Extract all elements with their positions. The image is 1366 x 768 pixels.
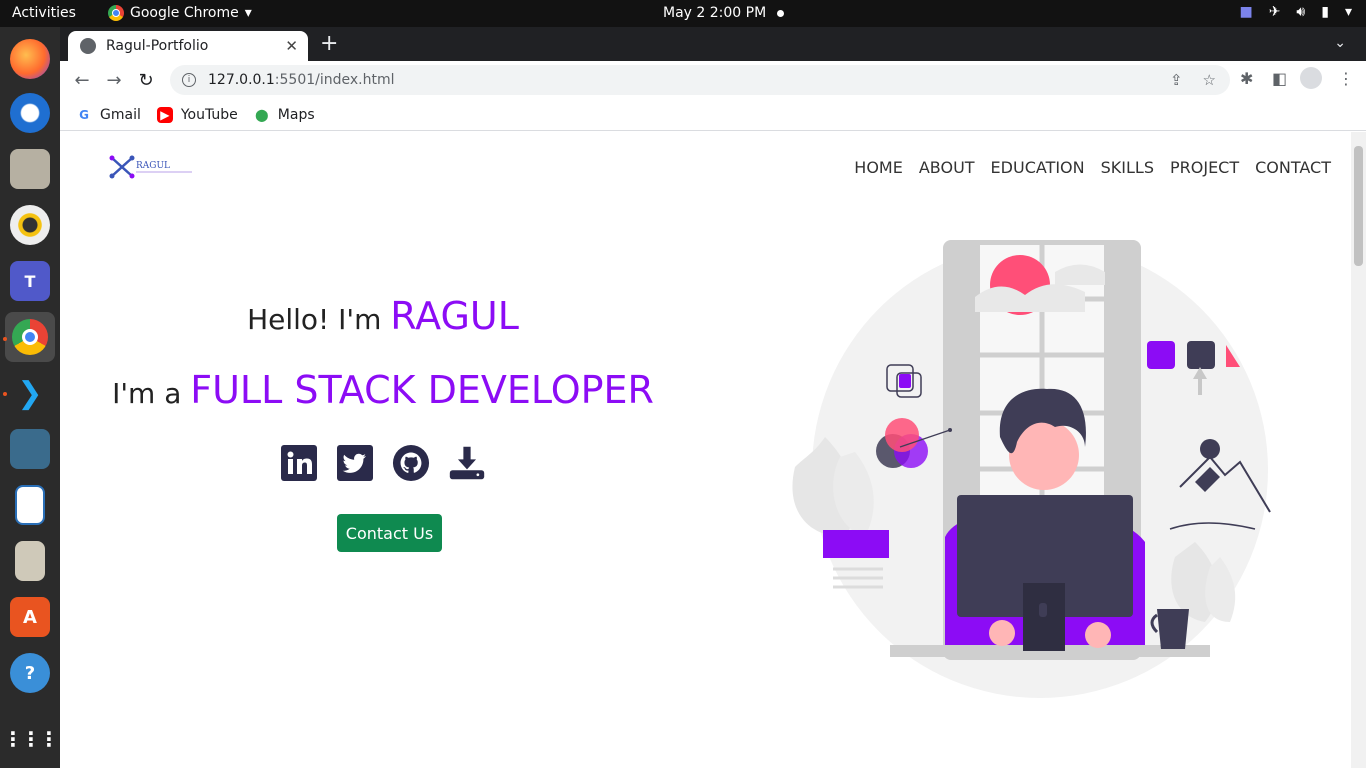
forward-icon[interactable]: → [102, 68, 126, 92]
dock: T ❯ A ? ⋮⋮⋮ [0, 27, 60, 768]
show-apps-icon[interactable]: ⋮⋮⋮ [3, 719, 59, 759]
app-menu-label: Google Chrome [130, 5, 239, 21]
power-menu-icon[interactable]: ▾ [1345, 4, 1352, 20]
close-icon[interactable]: ✕ [285, 37, 298, 55]
page-viewport: RAGUL HOME ABOUT EDUCATION SKILLS PROJEC… [60, 132, 1366, 768]
nav-contact[interactable]: CONTACT [1255, 158, 1331, 177]
nav-skills[interactable]: SKILLS [1101, 158, 1154, 177]
help-icon[interactable]: ? [10, 653, 50, 693]
tab-title: Ragul-Portfolio [106, 38, 209, 54]
thunderbird-icon[interactable] [10, 93, 50, 133]
files-icon[interactable] [10, 149, 50, 189]
running-indicator [3, 337, 7, 341]
battery-icon: ▮ [1321, 4, 1329, 20]
github-icon[interactable] [392, 444, 430, 482]
profile-avatar[interactable] [1300, 67, 1322, 93]
contact-us-button[interactable]: Contact Us [337, 514, 442, 552]
hero-role-line: I'm a FULL STACK DEVELOPER [112, 368, 654, 412]
download-icon[interactable] [448, 444, 486, 482]
mysql-workbench-icon[interactable] [10, 429, 50, 469]
twitter-icon[interactable] [336, 444, 374, 482]
site-info-icon[interactable]: i [182, 73, 196, 87]
activities-button[interactable]: Activities [12, 5, 76, 21]
volume-icon: 🔊︎ [1296, 4, 1306, 20]
social-links [280, 444, 486, 482]
reload-icon[interactable]: ↻ [134, 68, 158, 92]
nav-home[interactable]: HOME [854, 158, 903, 177]
tab-active[interactable]: Ragul-Portfolio ✕ [68, 31, 308, 61]
hero-greeting: Hello! I'm RAGUL [247, 294, 519, 338]
youtube-icon: ▶ [156, 106, 173, 123]
chevron-down-icon: ▾ [244, 5, 252, 21]
vscode-icon[interactable]: ❯ [10, 373, 50, 413]
svg-text:RAGUL: RAGUL [136, 161, 170, 171]
running-indicator [3, 392, 7, 396]
chrome-icon [108, 5, 124, 21]
app-menu[interactable]: Google Chrome ▾ [108, 5, 252, 21]
software-center-icon[interactable]: A [10, 597, 50, 637]
developer-illustration [792, 240, 1271, 698]
hero-role: FULL STACK DEVELOPER [190, 368, 654, 412]
rhythmbox-icon[interactable] [10, 205, 50, 245]
teams-icon[interactable]: T [10, 261, 50, 301]
nav-project[interactable]: PROJECT [1170, 158, 1239, 177]
scrollbar-thumb[interactable] [1354, 146, 1363, 266]
nav-about[interactable]: ABOUT [919, 158, 975, 177]
system-top-bar: Activities Google Chrome ▾ May 2 2:00 PM… [0, 0, 1366, 27]
hero-name: RAGUL [390, 294, 519, 338]
google-icon: G [79, 107, 89, 122]
new-tab-button[interactable]: + [320, 33, 338, 55]
url-text[interactable]: 127.0.0.1:5501/index.html [208, 72, 395, 88]
globe-icon [80, 38, 96, 54]
chrome-dock-icon[interactable] [5, 312, 55, 362]
side-panel-icon[interactable]: ◧ [1272, 69, 1287, 88]
tab-strip: Ragul-Portfolio ✕ + ⌄ [60, 27, 1366, 61]
maps-pin-icon: ⬤ [255, 107, 269, 122]
page-scrollbar[interactable] [1351, 132, 1366, 768]
site-logo[interactable]: RAGUL [108, 152, 198, 182]
bookmarks-bar: G Gmail ▶ YouTube ⬤ Maps [60, 99, 1366, 131]
linkedin-icon[interactable] [280, 444, 318, 482]
tab-search-icon[interactable]: ⌄ [1334, 35, 1346, 51]
main-nav: HOME ABOUT EDUCATION SKILLS PROJECT CONT… [854, 158, 1331, 177]
teams-tray-icon[interactable]: ■ [1239, 4, 1252, 20]
share-icon[interactable]: ⇪ [1170, 71, 1183, 89]
libreoffice-writer-icon[interactable] [15, 485, 45, 525]
clock[interactable]: May 2 2:00 PM [663, 5, 766, 21]
nav-education[interactable]: EDUCATION [991, 158, 1085, 177]
firefox-icon[interactable] [10, 39, 50, 79]
bookmark-star-icon[interactable]: ☆ [1203, 71, 1216, 89]
bookmark-youtube[interactable]: ▶ YouTube [156, 106, 238, 123]
browser-window: Ragul-Portfolio ✕ + ⌄ ← → ↻ i 127.0.0.1:… [60, 27, 1366, 132]
back-icon[interactable]: ← [70, 68, 94, 92]
system-tray[interactable]: ■ ✈ 🔊︎ ▮ ▾ [1239, 4, 1352, 20]
browser-toolbar: ← → ↻ i 127.0.0.1:5501/index.html ⇪ ☆ ✱ … [60, 61, 1366, 99]
notification-dot-icon [777, 10, 784, 17]
bookmark-gmail[interactable]: G Gmail [76, 107, 141, 123]
extensions-icon[interactable]: ✱ [1240, 69, 1253, 88]
airplane-mode-icon: ✈ [1268, 4, 1281, 20]
bookmark-maps[interactable]: ⬤ Maps [254, 107, 315, 123]
menu-icon[interactable]: ⋮ [1338, 69, 1354, 88]
address-bar[interactable]: i 127.0.0.1:5501/index.html ⇪ ☆ [170, 65, 1230, 95]
archive-manager-icon[interactable] [15, 541, 45, 581]
